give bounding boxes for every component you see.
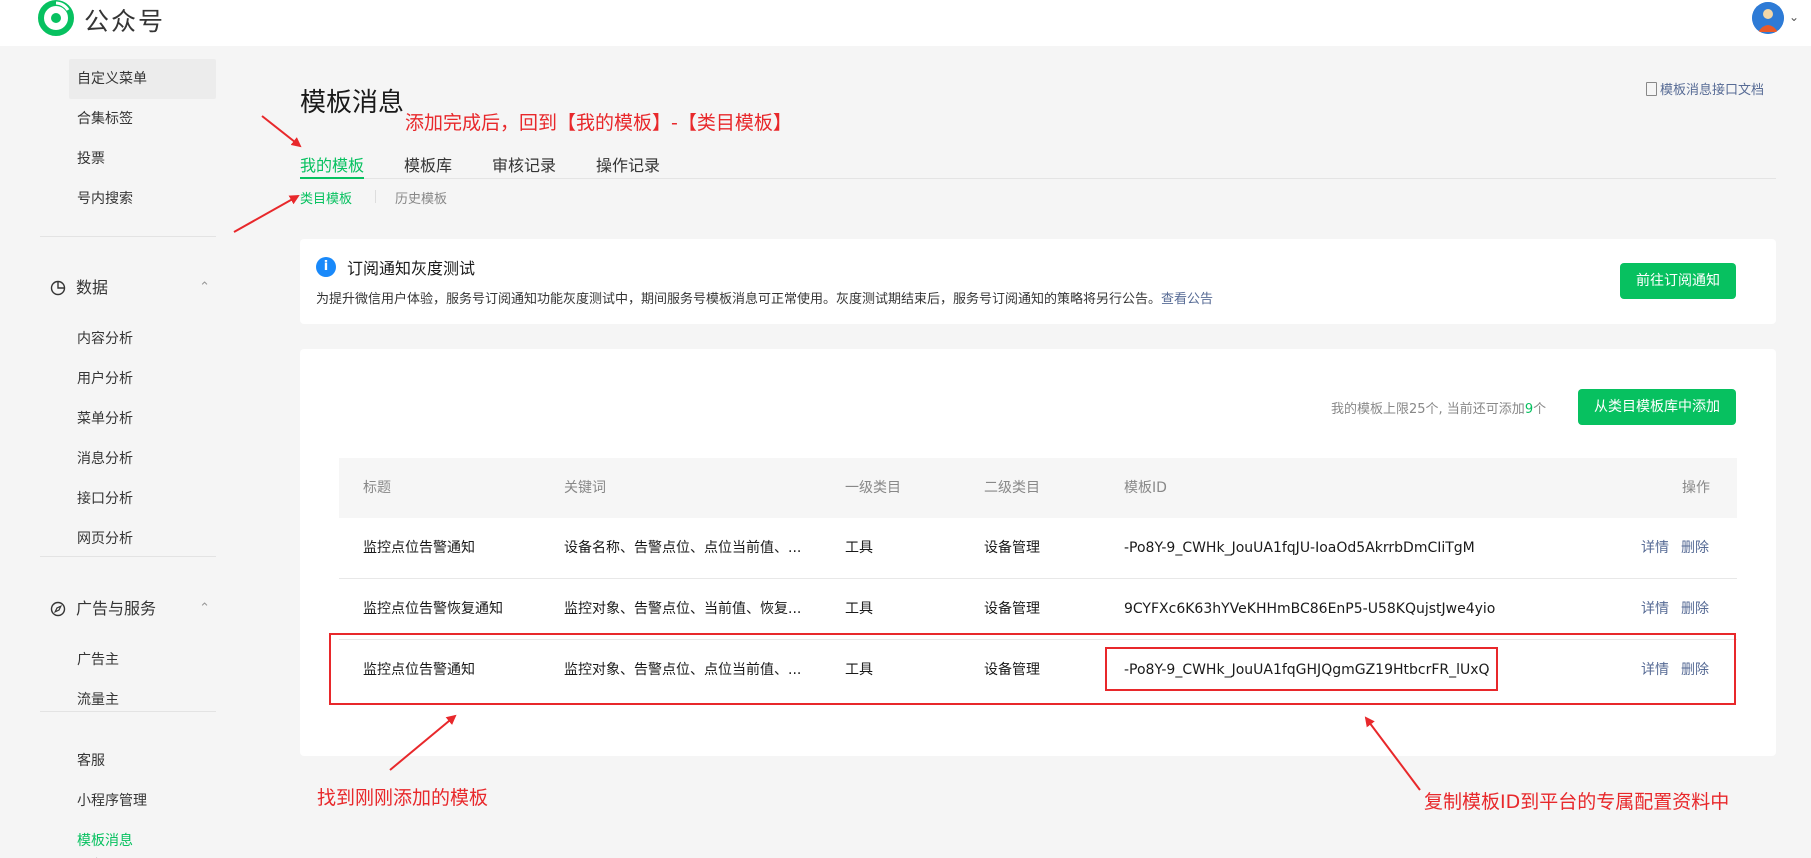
sidebar-group-label: 数据: [76, 278, 109, 297]
cell-actions: 详情 删除: [1629, 518, 1709, 579]
subtab-history-templates[interactable]: 历史模板: [395, 188, 447, 207]
view-announcement-link[interactable]: 查看公告: [1161, 292, 1213, 307]
sidebar-group-label: 广告与服务: [76, 599, 157, 618]
sidebar-item-message-analysis[interactable]: 消息分析: [69, 439, 216, 479]
sidebar-item-web-analysis[interactable]: 网页分析: [69, 519, 216, 559]
notice-panel: i 订阅通知灰度测试 为提升微信用户体验，服务号订阅通知功能灰度测试中，期间服务…: [300, 239, 1776, 324]
go-subscribe-button[interactable]: 前往订阅通知: [1620, 263, 1736, 299]
sidebar-item-menu-analysis[interactable]: 菜单分析: [69, 399, 216, 439]
chevron-up-icon: ⌃: [199, 280, 210, 295]
column-header-primary-category: 一级类目: [845, 480, 901, 496]
detail-link[interactable]: 详情: [1641, 540, 1669, 556]
column-header-secondary-category: 二级类目: [984, 480, 1040, 496]
main-tabs: 我的模板 模板库 审核记录 操作记录: [300, 148, 1776, 179]
annotation-bottom-right-text: 复制模板ID到平台的专属配置资料中: [1424, 791, 1730, 813]
cell-title: 监控点位告警通知: [363, 540, 475, 556]
quota-prefix: 我的模板上限25个, 当前还可添加: [1331, 402, 1525, 417]
document-icon: [1646, 82, 1657, 96]
annotation-highlight-row: [329, 633, 1736, 705]
sidebar-item-api-analysis[interactable]: 接口分析: [69, 479, 216, 519]
delete-link[interactable]: 删除: [1681, 540, 1709, 556]
notice-body: 为提升微信用户体验，服务号订阅通知功能灰度测试中，期间服务号模板消息可正常使用。…: [316, 292, 1162, 307]
notice-title: 订阅通知灰度测试: [347, 259, 476, 278]
arrow-to-my-templates-tab: [261, 115, 302, 148]
sidebar-divider: [40, 711, 216, 712]
tab-template-library[interactable]: 模板库: [404, 152, 452, 179]
sidebar: 自定义菜单 合集标签 投票 号内搜索 数据 ⌃ 内容分析 用户分析 菜单分析 消…: [40, 46, 216, 858]
page-title: 模板消息: [300, 88, 405, 118]
sidebar-group-data[interactable]: 数据 ⌃: [50, 268, 216, 308]
table-row: 监控点位告警通知 设备名称、告警点位、点位当前值、... 工具 设备管理 -Po…: [339, 518, 1737, 579]
avatar-image-icon: [1752, 2, 1784, 34]
pie-chart-icon: [50, 280, 66, 296]
subtab-divider: [375, 190, 376, 203]
column-header-keywords: 关键词: [564, 480, 606, 496]
cell-keywords: 设备名称、告警点位、点位当前值、...: [564, 540, 802, 556]
top-bar: 公众号 ⌄: [0, 0, 1811, 46]
table-header: 标题 关键词 一级类目 二级类目 模板ID 操作: [339, 458, 1737, 518]
cell-title: 监控点位告警恢复通知: [363, 601, 503, 617]
cell-primary-category: 工具: [845, 540, 873, 556]
cell-actions: 详情 删除: [1629, 579, 1709, 640]
quota-suffix: 个: [1533, 402, 1547, 417]
brand-title: 公众号: [84, 7, 166, 36]
sidebar-item-collection-tags[interactable]: 合集标签: [69, 99, 216, 139]
notice-text: 为提升微信用户体验，服务号订阅通知功能灰度测试中，期间服务号模板消息可正常使用。…: [316, 288, 1213, 307]
annotation-top-text: 添加完成后，回到【我的模板】-【类目模板】: [405, 112, 792, 134]
cell-primary-category: 工具: [845, 601, 873, 617]
tab-my-templates[interactable]: 我的模板: [300, 152, 365, 179]
add-from-library-button[interactable]: 从类目模板库中添加: [1578, 389, 1736, 425]
api-doc-link[interactable]: 模板消息接口文档: [1646, 79, 1764, 98]
tab-operation-records[interactable]: 操作记录: [596, 152, 660, 179]
sidebar-item-advertiser[interactable]: 广告主: [69, 640, 216, 680]
chevron-down-icon[interactable]: ⌄: [1789, 10, 1799, 24]
column-header-template-id: 模板ID: [1124, 480, 1167, 496]
sidebar-item-custom-menu[interactable]: 自定义菜单: [69, 59, 216, 99]
cell-secondary-category: 设备管理: [984, 540, 1040, 556]
sidebar-item-vote[interactable]: 投票: [69, 139, 216, 179]
info-icon: i: [316, 257, 336, 277]
arrow-to-category-templates-subtab: [233, 195, 300, 233]
quota-count: 9: [1524, 402, 1534, 417]
sidebar-item-account-search[interactable]: 号内搜索: [69, 179, 216, 219]
column-header-actions: 操作: [1682, 480, 1710, 496]
compass-icon: [50, 601, 66, 617]
wechat-official-account-logo-icon[interactable]: [38, 0, 74, 36]
sidebar-item-user-analysis[interactable]: 用户分析: [69, 359, 216, 399]
api-doc-link-label: 模板消息接口文档: [1660, 83, 1765, 98]
cell-template-id[interactable]: -Po8Y-9_CWHk_JouUA1fqJU-IoaOd5AkrrbDmCIi…: [1124, 518, 1475, 579]
sidebar-group-ads[interactable]: 广告与服务 ⌃: [50, 589, 216, 629]
annotation-highlight-template-id: [1105, 647, 1498, 691]
avatar[interactable]: [1752, 2, 1784, 34]
tab-review-records[interactable]: 审核记录: [492, 152, 556, 179]
sidebar-item-publisher[interactable]: 流量主: [69, 680, 216, 720]
sidebar-item-content-analysis[interactable]: 内容分析: [69, 319, 216, 359]
sidebar-item-customer-service[interactable]: 客服: [69, 741, 216, 781]
cell-template-id[interactable]: 9CYFXc6K63hYVeKHHmBC86EnP5-U58KQujstJwe4…: [1124, 579, 1495, 640]
sidebar-item-device[interactable]: 设备: [69, 846, 216, 858]
cell-keywords: 监控对象、告警点位、当前值、恢复...: [564, 601, 802, 617]
sidebar-divider: [40, 236, 216, 237]
sidebar-divider: [40, 556, 216, 557]
table-row: 监控点位告警恢复通知 监控对象、告警点位、当前值、恢复... 工具 设备管理 9…: [339, 579, 1737, 640]
cell-secondary-category: 设备管理: [984, 601, 1040, 617]
annotation-bottom-left-text: 找到刚刚添加的模板: [317, 787, 489, 809]
detail-link[interactable]: 详情: [1641, 601, 1669, 617]
chevron-up-icon: ⌃: [199, 601, 210, 616]
sidebar-item-mini-program[interactable]: 小程序管理: [69, 781, 216, 821]
subtab-category-templates[interactable]: 类目模板: [300, 188, 352, 207]
column-header-title: 标题: [363, 480, 391, 496]
template-quota-text: 我的模板上限25个, 当前还可添加9个: [1331, 398, 1546, 417]
delete-link[interactable]: 删除: [1681, 601, 1709, 617]
